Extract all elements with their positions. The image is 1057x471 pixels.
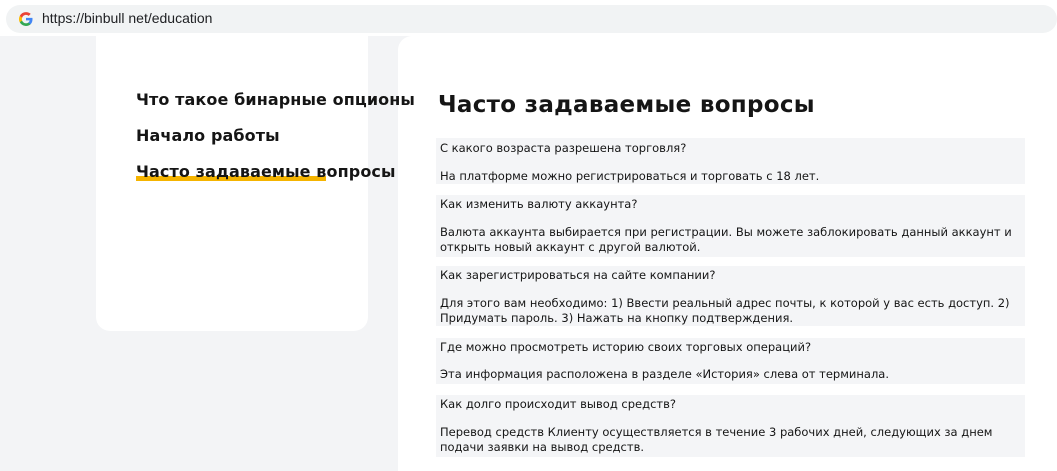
browser-address-bar: https://binbull net/education (0, 0, 1057, 36)
faq-item: С какого возраста разрешена торговля? На… (436, 138, 1025, 184)
sidebar-item-binary-options[interactable]: Что такое бинарные опционы (136, 90, 421, 126)
faq-answer: Валюта аккаунта выбирается при регистрац… (440, 225, 1012, 254)
faq-item: Где можно просмотреть историю своих торг… (436, 338, 1025, 384)
sidebar-item-label: Начало работы (136, 126, 280, 145)
faq-answer: Эта информация расположена в разделе «Ис… (440, 367, 889, 381)
faq-answer: На платформе можно регистрироваться и то… (440, 169, 820, 183)
url-field[interactable]: https://binbull net/education (6, 5, 1057, 33)
sidebar-item-label: Что такое бинарные опционы (136, 90, 415, 109)
sidebar-nav: Что такое бинарные опционы Начало работы… (136, 90, 421, 198)
sidebar-item-getting-started[interactable]: Начало работы (136, 126, 421, 162)
faq-item: Как изменить валюту аккаунта? Валюта акк… (436, 195, 1025, 257)
faq-answer: Для этого вам необходимо: 1) Ввести реал… (440, 296, 1010, 325)
faq-question[interactable]: Где можно просмотреть историю своих торг… (440, 340, 1021, 354)
faq-answer: Перевод средств Клиенту осуществляется в… (440, 425, 993, 454)
faq-item: Как долго происходит вывод средств? Пере… (436, 395, 1025, 457)
sidebar-item-label: Часто задаваемые вопросы (136, 162, 396, 181)
faq-question[interactable]: С какого возраста разрешена торговля? (440, 141, 1021, 155)
page-title: Часто задаваемые вопросы (438, 92, 815, 118)
faq-question[interactable]: Как зарегистрироваться на сайте компании… (440, 268, 1021, 282)
sidebar-item-faq[interactable]: Часто задаваемые вопросы (136, 162, 421, 198)
faq-question[interactable]: Как изменить валюту аккаунта? (440, 197, 1021, 211)
url-text: https://binbull net/education (42, 10, 213, 26)
faq-item: Как зарегистрироваться на сайте компании… (436, 266, 1025, 326)
google-g-icon (19, 12, 33, 26)
faq-question[interactable]: Как долго происходит вывод средств? (440, 397, 1021, 411)
